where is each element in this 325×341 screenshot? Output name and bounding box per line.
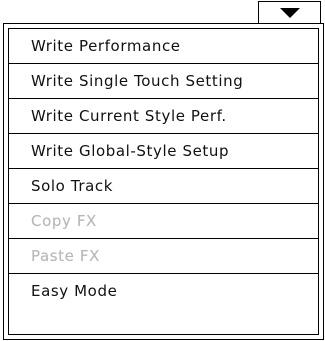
menu-dropdown-button[interactable]	[258, 1, 321, 24]
menu-item-solo-track[interactable]: Solo Track	[9, 169, 318, 203]
menu-item-write-current-style-perf[interactable]: Write Current Style Perf.	[9, 99, 318, 133]
page-menu-list: Write Performance Write Single Touch Set…	[8, 28, 319, 335]
menu-item-label: Paste FX	[31, 247, 100, 265]
menu-item-label: Write Current Style Perf.	[31, 107, 227, 125]
menu-item-write-performance[interactable]: Write Performance	[9, 29, 318, 63]
menu-item-paste-fx: Paste FX	[9, 239, 318, 273]
menu-item-label: Easy Mode	[31, 282, 118, 300]
page-menu: Write Performance Write Single Touch Set…	[3, 23, 324, 340]
menu-item-label: Copy FX	[31, 212, 97, 230]
triangle-down-icon	[279, 7, 300, 18]
menu-item-label: Write Global-Style Setup	[31, 142, 230, 160]
menu-item-label: Solo Track	[31, 177, 114, 195]
menu-item-label: Write Performance	[31, 37, 181, 55]
menu-item-label: Write Single Touch Setting	[31, 72, 244, 90]
menu-item-write-single-touch-setting[interactable]: Write Single Touch Setting	[9, 64, 318, 98]
menu-item-easy-mode[interactable]: Easy Mode	[9, 274, 318, 308]
menu-item-write-global-style-setup[interactable]: Write Global-Style Setup	[9, 134, 318, 168]
menu-item-copy-fx: Copy FX	[9, 204, 318, 238]
